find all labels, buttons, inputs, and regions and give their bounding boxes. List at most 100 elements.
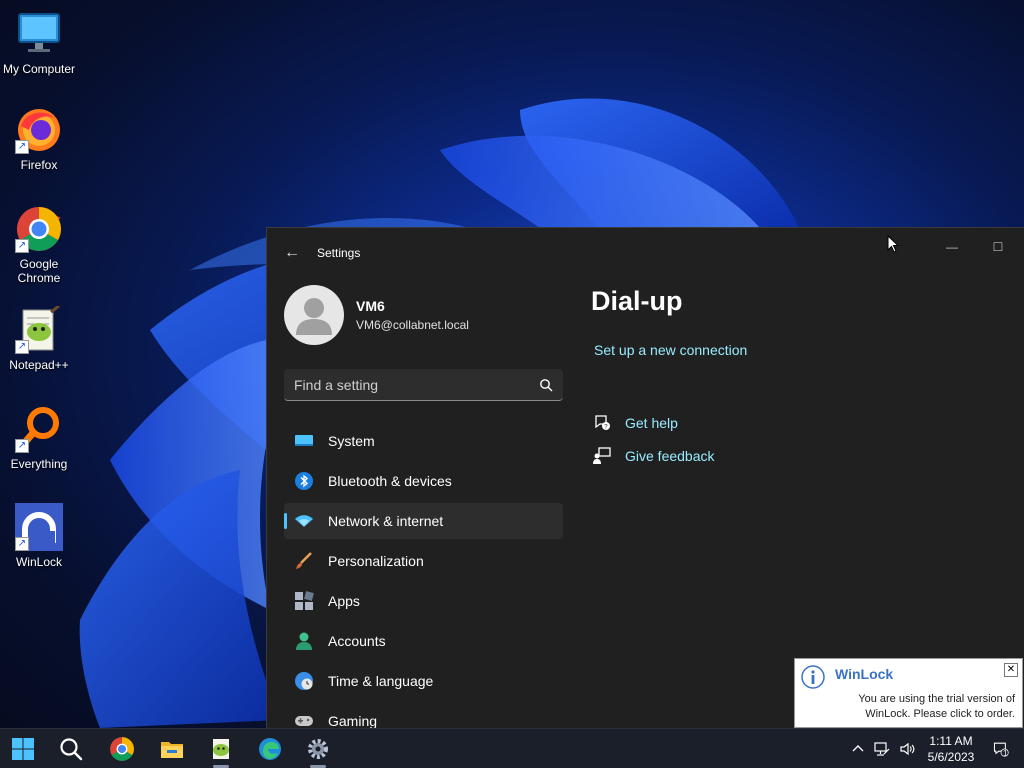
get-help-link[interactable]: ? Get help: [593, 414, 678, 432]
apps-icon: [294, 591, 314, 611]
windows-logo-icon: [12, 738, 34, 760]
minimize-button[interactable]: —: [937, 236, 967, 258]
monitor-icon: [294, 431, 314, 451]
desktop-icon-my-computer[interactable]: My Computer: [0, 10, 78, 76]
taskbar-settings-button[interactable]: [299, 733, 337, 768]
feedback-icon: [593, 447, 611, 465]
notepad-plus-plus-icon: ↗: [15, 304, 63, 354]
taskbar-edge-button[interactable]: [251, 733, 289, 765]
desktop-icon-everything[interactable]: ↗ Everything: [0, 405, 78, 471]
shortcut-arrow-icon: ↗: [15, 239, 29, 253]
nav-item-bluetooth-devices[interactable]: Bluetooth & devices: [284, 463, 563, 499]
give-feedback-link[interactable]: Give feedback: [593, 447, 715, 465]
page-title: Dial-up: [591, 286, 683, 316]
desktop-icon-label: Google Chrome: [17, 257, 61, 285]
taskbar-chrome-button[interactable]: [103, 733, 141, 765]
help-chat-icon: ?: [593, 414, 611, 432]
search-icon[interactable]: [539, 378, 553, 392]
clock[interactable]: 1:11 AM 5/6/2023: [922, 733, 980, 765]
nav-item-network-internet[interactable]: Network & internet: [284, 503, 563, 539]
nav-item-label: System: [328, 433, 375, 449]
desktop-icon-label: Firefox: [20, 158, 58, 172]
info-icon: [801, 665, 825, 689]
magnifier-orange-icon: ↗: [15, 405, 63, 453]
profile-email: VM6@collabnet.local: [356, 318, 469, 332]
avatar: [284, 285, 344, 345]
taskbar-file-explorer-button[interactable]: [153, 733, 191, 765]
notification-count-badge: 1: [1003, 749, 1008, 758]
desktop-icon-chrome[interactable]: ↗ Google Chrome: [0, 205, 78, 285]
desktop-icon-label: WinLock: [15, 555, 62, 569]
nav-item-system[interactable]: System: [284, 423, 563, 459]
profile-name: VM6: [356, 298, 385, 314]
shortcut-arrow-icon: ↗: [15, 340, 29, 354]
notification-title: WinLock: [835, 666, 894, 682]
edge-icon: [259, 738, 281, 760]
nav-item-label: Bluetooth & devices: [328, 473, 452, 489]
brush-icon: [294, 551, 314, 571]
close-icon[interactable]: ✕: [1004, 663, 1018, 677]
give-feedback-label: Give feedback: [625, 448, 715, 464]
notepad-plus-plus-icon: [213, 739, 229, 759]
desktop-icon-notepad-plus-plus[interactable]: ↗ Notepad++: [0, 304, 78, 372]
desktop-icon-label: Everything: [10, 457, 68, 471]
nav-item-apps[interactable]: Apps: [284, 583, 563, 619]
desktop-icon-firefox[interactable]: ↗ Firefox: [0, 106, 78, 172]
wifi-icon: [294, 511, 314, 531]
nav-item-label: Network & internet: [328, 513, 444, 529]
nav-item-label: Gaming: [328, 713, 378, 728]
get-help-label: Get help: [625, 415, 678, 431]
network-status-icon[interactable]: [873, 729, 891, 768]
notification-center-button[interactable]: 1: [990, 729, 1012, 768]
notification-body: You are using the trial version of WinLo…: [858, 693, 1015, 720]
shortcut-arrow-icon: ↗: [15, 537, 29, 551]
chrome-icon: [110, 737, 134, 761]
clock-time: 1:11 AM: [929, 734, 973, 748]
tray-chevron-icon[interactable]: [850, 729, 866, 768]
user-profile[interactable]: VM6 VM6@collabnet.local: [284, 285, 469, 345]
desktop-icon-label: Notepad++: [9, 358, 69, 372]
nav-item-label: Apps: [328, 593, 360, 609]
content-pane: Dial-up Set up a new connection ? Get he…: [591, 286, 747, 464]
taskbar-notepad-plus-plus-button[interactable]: [202, 733, 240, 768]
gamepad-icon: [294, 711, 314, 728]
gear-icon: [308, 739, 328, 759]
nav-item-time-language[interactable]: Time & language: [284, 663, 563, 699]
start-button[interactable]: [4, 733, 42, 765]
nav-item-label: Accounts: [328, 633, 386, 649]
globe-clock-icon: [294, 671, 314, 691]
bluetooth-icon: [294, 471, 314, 491]
settings-nav: System Bluetooth & devices Network & int…: [284, 423, 563, 728]
maximize-button[interactable]: ☐: [983, 236, 1013, 258]
nav-item-label: Personalization: [328, 553, 424, 569]
settings-window: ← Settings — ☐ VM6 VM6@collabnet.local S…: [266, 227, 1024, 728]
desktop-icon-label: My Computer: [2, 62, 76, 76]
chrome-icon: ↗: [15, 205, 63, 253]
shortcut-arrow-icon: ↗: [15, 140, 29, 154]
volume-icon[interactable]: [898, 729, 916, 768]
taskbar: 1:11 AM 5/6/2023 1: [0, 728, 1024, 768]
window-title: Settings: [317, 246, 361, 260]
nav-item-gaming[interactable]: Gaming: [284, 703, 563, 728]
clock-date: 5/6/2023: [927, 750, 975, 764]
winlock-notification[interactable]: WinLock You are using the trial version …: [794, 658, 1023, 728]
person-icon: [294, 631, 314, 651]
search-icon: [60, 738, 83, 761]
taskbar-search-button[interactable]: [52, 733, 90, 765]
back-button[interactable]: ←: [281, 242, 303, 264]
firefox-icon: ↗: [15, 106, 63, 154]
nav-item-personalization[interactable]: Personalization: [284, 543, 563, 579]
folder-icon: [161, 742, 183, 758]
monitor-icon: [15, 10, 63, 58]
title-bar[interactable]: ← Settings — ☐: [267, 228, 1024, 276]
nav-item-label: Time & language: [328, 673, 434, 689]
search-input[interactable]: [294, 376, 539, 393]
nav-item-accounts[interactable]: Accounts: [284, 623, 563, 659]
person-icon: [296, 298, 332, 335]
shortcut-arrow-icon: ↗: [15, 439, 29, 453]
mouse-cursor-icon: [887, 235, 899, 253]
search-box[interactable]: [284, 369, 563, 401]
desktop-icon-winlock[interactable]: ↗ WinLock: [0, 503, 78, 569]
winlock-icon: ↗: [15, 503, 63, 551]
setup-new-connection-link[interactable]: Set up a new connection: [594, 342, 747, 358]
